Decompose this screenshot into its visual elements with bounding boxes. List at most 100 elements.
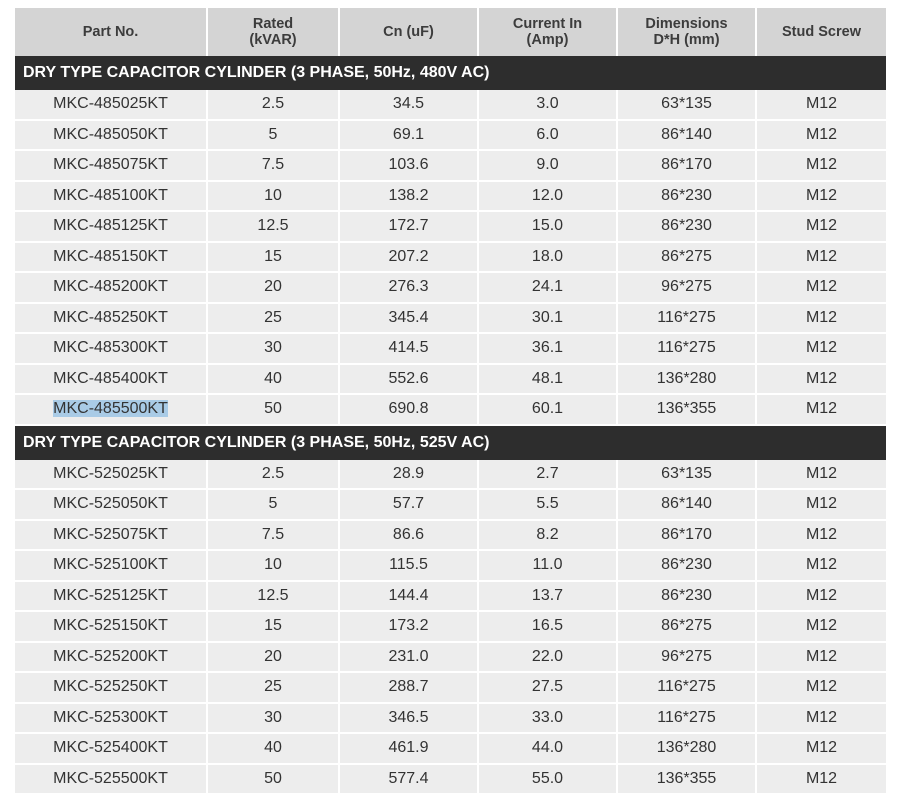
- cell-capacitance: 144.4: [339, 580, 479, 612]
- cell-rated-kvar: 50: [207, 763, 340, 795]
- cell-dimensions: 96*275: [617, 641, 757, 673]
- cell-rated-kvar: 25: [207, 672, 340, 704]
- cell-rated-kvar: 30: [207, 702, 340, 734]
- cell-stud-screw: M12: [756, 363, 886, 395]
- table-row: MKC-485200KT 20 276.3 24.1 96*275 M12: [15, 272, 886, 304]
- table-row: MKC-525100KT 10 115.5 11.0 86*230 M12: [15, 550, 886, 582]
- section-title: DRY TYPE CAPACITOR CYLINDER (3 PHASE, 50…: [15, 56, 886, 90]
- cell-dimensions: 86*230: [617, 550, 757, 582]
- cell-dimensions: 86*170: [617, 519, 757, 551]
- part-number-text: MKC-525250KT: [53, 678, 168, 696]
- cell-stud-screw: M12: [756, 733, 886, 765]
- cell-current: 2.7: [478, 459, 618, 490]
- cell-stud-screw: M12: [756, 550, 886, 582]
- cell-rated-kvar: 50: [207, 394, 340, 426]
- cell-rated-kvar: 7.5: [207, 519, 340, 551]
- cell-dimensions: 86*275: [617, 241, 757, 273]
- cell-part-no: MKC-525125KT: [15, 580, 208, 612]
- cell-current: 30.1: [478, 302, 618, 334]
- cell-stud-screw: M12: [756, 150, 886, 182]
- cell-rated-kvar: 5: [207, 489, 340, 521]
- cell-dimensions: 116*275: [617, 702, 757, 734]
- table-row: MKC-525150KT 15 173.2 16.5 86*275 M12: [15, 611, 886, 643]
- cell-part-no: MKC-485050KT: [15, 119, 208, 151]
- cell-current: 60.1: [478, 394, 618, 426]
- cell-rated-kvar: 20: [207, 641, 340, 673]
- cell-stud-screw: M12: [756, 333, 886, 365]
- cell-capacitance: 115.5: [339, 550, 479, 582]
- cell-part-no: MKC-525075KT: [15, 519, 208, 551]
- cell-dimensions: 136*355: [617, 394, 757, 426]
- cell-current: 6.0: [478, 119, 618, 151]
- cell-rated-kvar: 40: [207, 363, 340, 395]
- header-part-no: Part No.: [15, 8, 208, 56]
- cell-part-no: MKC-525200KT: [15, 641, 208, 673]
- cell-current: 48.1: [478, 363, 618, 395]
- header-current: Current In (Amp): [478, 8, 618, 56]
- part-number-text: MKC-485050KT: [53, 125, 168, 143]
- cell-dimensions: 86*140: [617, 119, 757, 151]
- cell-capacitance: 69.1: [339, 119, 479, 151]
- table-row: MKC-485500KT 50 690.8 60.1 136*355 M12: [15, 394, 886, 426]
- cell-rated-kvar: 40: [207, 733, 340, 765]
- cell-part-no: MKC-525150KT: [15, 611, 208, 643]
- cell-dimensions: 116*275: [617, 672, 757, 704]
- table-row: MKC-525075KT 7.5 86.6 8.2 86*170 M12: [15, 519, 886, 551]
- cell-capacitance: 461.9: [339, 733, 479, 765]
- cell-dimensions: 86*230: [617, 580, 757, 612]
- cell-current: 15.0: [478, 211, 618, 243]
- cell-current: 36.1: [478, 333, 618, 365]
- cell-rated-kvar: 5: [207, 119, 340, 151]
- cell-capacitance: 288.7: [339, 672, 479, 704]
- cell-part-no: MKC-485250KT: [15, 302, 208, 334]
- cell-dimensions: 116*275: [617, 302, 757, 334]
- cell-rated-kvar: 7.5: [207, 150, 340, 182]
- cell-rated-kvar: 12.5: [207, 580, 340, 612]
- cell-part-no: MKC-485500KT: [15, 394, 208, 426]
- cell-part-no: MKC-525500KT: [15, 763, 208, 795]
- cell-current: 33.0: [478, 702, 618, 734]
- part-number-text: MKC-525500KT: [53, 769, 168, 787]
- cell-capacitance: 346.5: [339, 702, 479, 734]
- section-header-row: DRY TYPE CAPACITOR CYLINDER (3 PHASE, 50…: [15, 424, 886, 460]
- cell-part-no: MKC-485150KT: [15, 241, 208, 273]
- part-number-text: MKC-525075KT: [53, 525, 168, 543]
- cell-current: 24.1: [478, 272, 618, 304]
- cell-part-no: MKC-485100KT: [15, 180, 208, 212]
- part-number-text: MKC-485400KT: [53, 369, 168, 387]
- table-row: MKC-485050KT 5 69.1 6.0 86*140 M12: [15, 119, 886, 151]
- cell-dimensions: 86*140: [617, 489, 757, 521]
- cell-rated-kvar: 12.5: [207, 211, 340, 243]
- table-row: MKC-525200KT 20 231.0 22.0 96*275 M12: [15, 641, 886, 673]
- cell-part-no: MKC-485125KT: [15, 211, 208, 243]
- cell-dimensions: 96*275: [617, 272, 757, 304]
- header-dimensions: Dimensions D*H (mm): [617, 8, 757, 56]
- cell-capacitance: 231.0: [339, 641, 479, 673]
- cell-dimensions: 136*280: [617, 733, 757, 765]
- cell-capacitance: 57.7: [339, 489, 479, 521]
- cell-stud-screw: M12: [756, 702, 886, 734]
- cell-part-no: MKC-525025KT: [15, 459, 208, 490]
- cell-stud-screw: M12: [756, 489, 886, 521]
- table-row: MKC-525300KT 30 346.5 33.0 116*275 M12: [15, 702, 886, 734]
- section-title: DRY TYPE CAPACITOR CYLINDER (3 PHASE, 50…: [15, 424, 886, 460]
- cell-dimensions: 86*275: [617, 611, 757, 643]
- cell-part-no: MKC-525050KT: [15, 489, 208, 521]
- cell-part-no: MKC-485025KT: [15, 90, 208, 121]
- table-row: MKC-485075KT 7.5 103.6 9.0 86*170 M12: [15, 150, 886, 182]
- cell-part-no: MKC-525100KT: [15, 550, 208, 582]
- header-capacitance: Cn (uF): [339, 8, 479, 56]
- table-row: MKC-485250KT 25 345.4 30.1 116*275 M12: [15, 302, 886, 334]
- cell-stud-screw: M12: [756, 641, 886, 673]
- table-row: MKC-485100KT 10 138.2 12.0 86*230 M12: [15, 180, 886, 212]
- cell-current: 8.2: [478, 519, 618, 551]
- table-header: Part No. Rated (kVAR) Cn (uF) Current In(…: [15, 8, 886, 56]
- cell-stud-screw: M12: [756, 241, 886, 273]
- cell-capacitance: 86.6: [339, 519, 479, 551]
- table-row: MKC-525400KT 40 461.9 44.0 136*280 M12: [15, 733, 886, 765]
- cell-stud-screw: M12: [756, 459, 886, 490]
- spec-table-container: Part No. Rated (kVAR) Cn (uF) Current In(…: [15, 8, 886, 795]
- cell-capacitance: 414.5: [339, 333, 479, 365]
- table-body: DRY TYPE CAPACITOR CYLINDER (3 PHASE, 50…: [15, 56, 886, 795]
- cell-dimensions: 86*170: [617, 150, 757, 182]
